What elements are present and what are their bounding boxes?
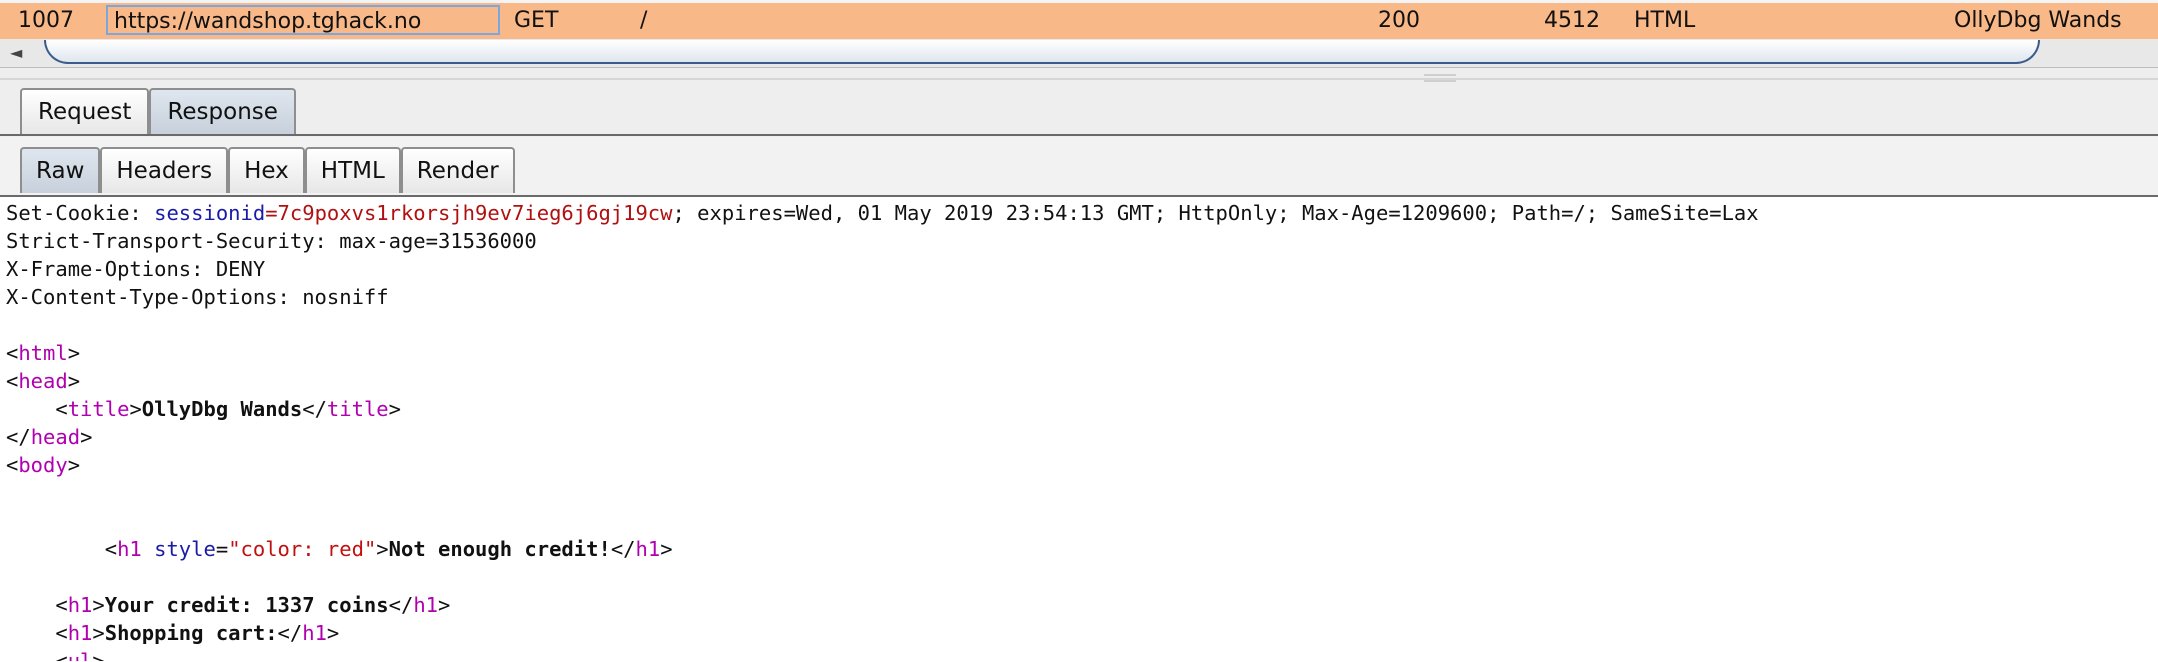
history-table-row-selected[interactable]: 1007 https://wandshop.tghack.no GET / 20… <box>0 3 2158 39</box>
row-url: / <box>640 8 648 33</box>
h1-credit-line: <h1>Your credit: 1337 coins</h1> <box>6 593 451 617</box>
title-text: OllyDbg Wands <box>141 397 303 421</box>
message-panel-header: Request Response <box>0 68 2158 140</box>
h1-cart-text: Shopping cart: <box>104 621 278 645</box>
row-title: OllyDbg Wands <box>1954 8 2122 33</box>
cookie-eq: = <box>265 201 278 225</box>
horizontal-scrollbar[interactable]: ◄ <box>0 39 2158 68</box>
scrollbar-thumb[interactable] <box>44 40 2040 64</box>
tab-html[interactable]: HTML <box>304 147 401 193</box>
html-open: <html> <box>6 341 81 365</box>
view-tabs-bar: Raw Headers Hex HTML Render <box>0 137 2158 197</box>
ul-open: <ul> <box>6 649 105 661</box>
body-open: <body> <box>6 453 81 477</box>
h1-style-value: "color: red" <box>228 537 377 561</box>
title-line: <title>OllyDbg Wands</title> <box>6 397 401 421</box>
scroll-left-arrow-icon[interactable]: ◄ <box>10 40 22 66</box>
split-grip-icon[interactable] <box>1424 74 1456 82</box>
h1-not-enough-text: Not enough credit! <box>388 537 611 561</box>
h1-credit-text: Your credit: 1337 coins <box>104 593 389 617</box>
header-x-frame-options: X-Frame-Options: DENY <box>6 257 266 281</box>
split-divider[interactable] <box>0 78 2158 80</box>
cookie-value: 7c9poxvs1rkorsjh9ev7ieg6j6gj19cw <box>277 201 673 225</box>
row-length: 4512 <box>1544 8 1600 33</box>
row-mime-type: HTML <box>1634 8 1696 33</box>
header-x-content-type-options: X-Content-Type-Options: nosniff <box>6 285 389 309</box>
tab-response[interactable]: Response <box>149 88 296 134</box>
tab-hex[interactable]: Hex <box>228 147 305 193</box>
row-number: 1007 <box>18 8 74 33</box>
header-hsts: Strict-Transport-Security: max-age=31536… <box>6 229 537 253</box>
h1-cart-line: <h1>Shopping cart:</h1> <box>6 621 340 645</box>
tab-request[interactable]: Request <box>20 88 150 134</box>
tab-raw[interactable]: Raw <box>20 147 101 193</box>
content-separator <box>0 195 2158 197</box>
head-open: <head> <box>6 369 81 393</box>
row-status: 200 <box>1378 8 1420 33</box>
set-cookie-key: Set-Cookie: <box>6 201 155 225</box>
cookie-attributes: ; expires=Wed, 01 May 2019 23:54:13 GMT;… <box>672 201 1759 225</box>
view-tabs: Raw Headers Hex HTML Render <box>20 147 515 195</box>
header-set-cookie: Set-Cookie: sessionid=7c9poxvs1rkorsjh9e… <box>6 199 2154 227</box>
head-close: </head> <box>6 425 93 449</box>
tab-headers[interactable]: Headers <box>100 147 229 193</box>
row-method: GET <box>514 8 559 33</box>
request-response-tabs: Request Response <box>20 88 296 134</box>
row-host[interactable]: https://wandshop.tghack.no <box>106 5 500 35</box>
raw-response-body[interactable]: Set-Cookie: sessionid=7c9poxvs1rkorsjh9e… <box>6 199 2154 661</box>
cookie-name: sessionid <box>154 201 266 225</box>
panel-separator <box>0 134 2158 136</box>
tab-render[interactable]: Render <box>400 147 515 193</box>
h1-not-enough-line: <h1 style="color: red">Not enough credit… <box>6 537 673 561</box>
